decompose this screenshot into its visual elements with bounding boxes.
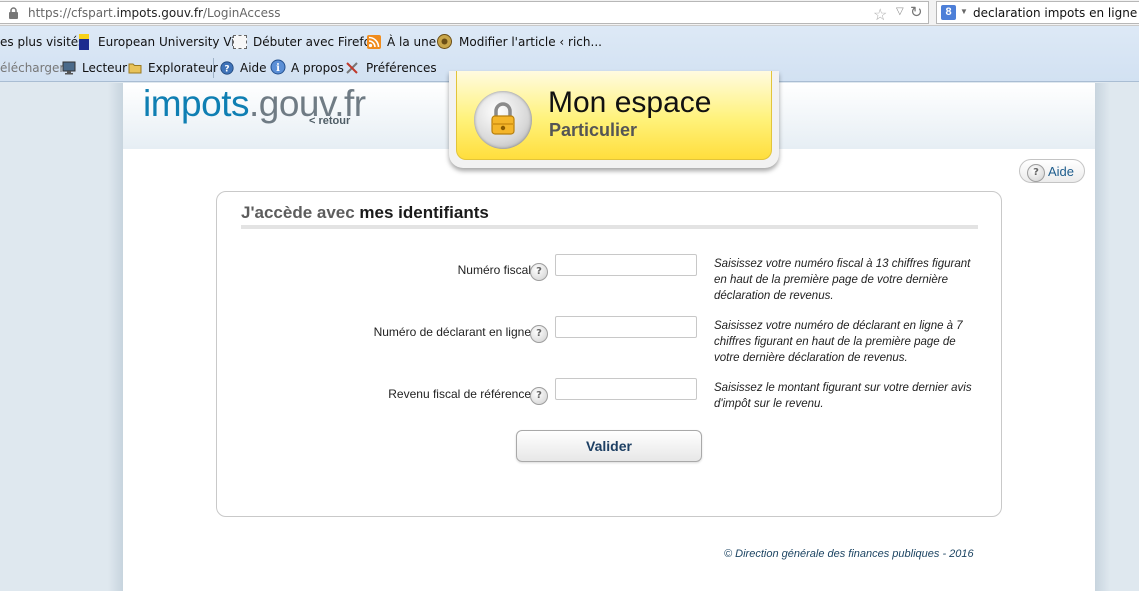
bookmark-a-propos[interactable]: A propos [291,61,344,75]
bookmark-modifier-article[interactable]: Modifier l'article ‹ rich... [459,35,602,49]
tools-icon [346,62,358,74]
bookmark-a-la-une[interactable]: À la une [387,35,436,49]
numero-fiscal-input[interactable] [555,254,697,276]
help-globe-icon: ? [220,61,234,75]
bookmark-lecteur[interactable]: Lecteur [82,61,127,75]
espace-subtitle: Particulier [549,120,638,140]
numero-declarant-input[interactable] [555,316,697,338]
lock-icon [9,7,18,19]
reload-icon[interactable]: ↻ [910,3,923,21]
page-shadow-left [108,83,123,591]
mon-espace-badge: Mon espace Particulier [449,71,779,168]
search-engine-dropdown-icon[interactable]: ▼ [960,7,968,16]
eu-flag-icon [79,34,89,50]
numero-fiscal-help-icon[interactable]: ? [530,263,548,281]
dotted-page-icon [233,35,247,49]
bookmark-aide[interactable]: Aide [240,61,267,75]
browser-toolbar: https://cfspart.impots.gouv.fr/LoginAcce… [0,0,1139,26]
valider-button[interactable]: Valider [516,430,702,462]
bookmark-most-visited[interactable]: es plus visités [0,35,84,49]
bookmark-european-university[interactable]: European University Vi... [98,35,246,49]
bookmark-explorateur[interactable]: Explorateur [148,61,218,75]
page-content: impots.gouv.fr < retour Mon espace Parti… [123,71,1095,591]
padlock-icon [491,102,515,135]
url-dropdown-icon[interactable]: ▽ [896,6,904,17]
help-question-icon: ? [1027,164,1045,182]
mon-espace-panel: Mon espace Particulier [456,71,772,160]
back-link[interactable]: < retour [309,115,350,127]
search-bar[interactable]: 8 ▼ declaration impots en ligne [936,1,1139,24]
footer-copyright: © Direction générale des finances publiq… [724,548,974,560]
rss-icon [367,35,381,49]
wordpress-icon [437,34,452,49]
help-button[interactable]: ? Aide [1019,159,1085,183]
title-divider [241,225,978,229]
bookmark-telecharger[interactable]: élécharger [0,61,64,75]
padlock-circle [474,91,532,149]
bookmark-star-icon[interactable]: ☆ [873,5,887,25]
espace-title: Mon espace [548,86,712,119]
info-icon: i [270,59,286,75]
svg-text:i: i [276,63,280,74]
bookmarks-row-1: es plus visités European University Vi..… [0,30,1139,56]
toolbar-separator [213,58,214,78]
login-box: J'accède avec mes identifiants Numéro fi… [216,191,1002,517]
numero-fiscal-label: Numéro fiscal [457,263,531,277]
revenu-fiscal-help-icon[interactable]: ? [530,387,548,405]
revenu-fiscal-input[interactable] [555,378,697,400]
revenu-fiscal-label: Revenu fiscal de référence [388,387,531,401]
bookmark-preferences[interactable]: Préférences [366,61,437,75]
url-text: https://cfspart.impots.gouv.fr/LoginAcce… [28,6,281,20]
numero-declarant-help-icon[interactable]: ? [530,325,548,343]
numero-declarant-hint: Saisissez votre numéro de déclarant en l… [714,320,963,364]
help-label: Aide [1048,164,1075,179]
google-icon[interactable]: 8 [941,5,956,20]
search-query-text[interactable]: declaration impots en ligne [973,6,1137,20]
bookmark-debuter-firefox[interactable]: Débuter avec Firefox [253,35,378,49]
url-bar[interactable]: https://cfspart.impots.gouv.fr/LoginAcce… [0,1,929,24]
revenu-fiscal-hint: Saisissez le montant figurant sur votre … [714,382,972,410]
login-title: J'accède avec mes identifiants [241,203,489,222]
folder-icon [128,63,142,74]
page-shadow-right [1095,83,1110,591]
monitor-icon [62,61,76,75]
numero-declarant-label: Numéro de déclarant en ligne [373,325,531,339]
svg-text:?: ? [224,65,229,75]
numero-fiscal-hint: Saisissez votre numéro fiscal à 13 chiff… [714,258,971,302]
